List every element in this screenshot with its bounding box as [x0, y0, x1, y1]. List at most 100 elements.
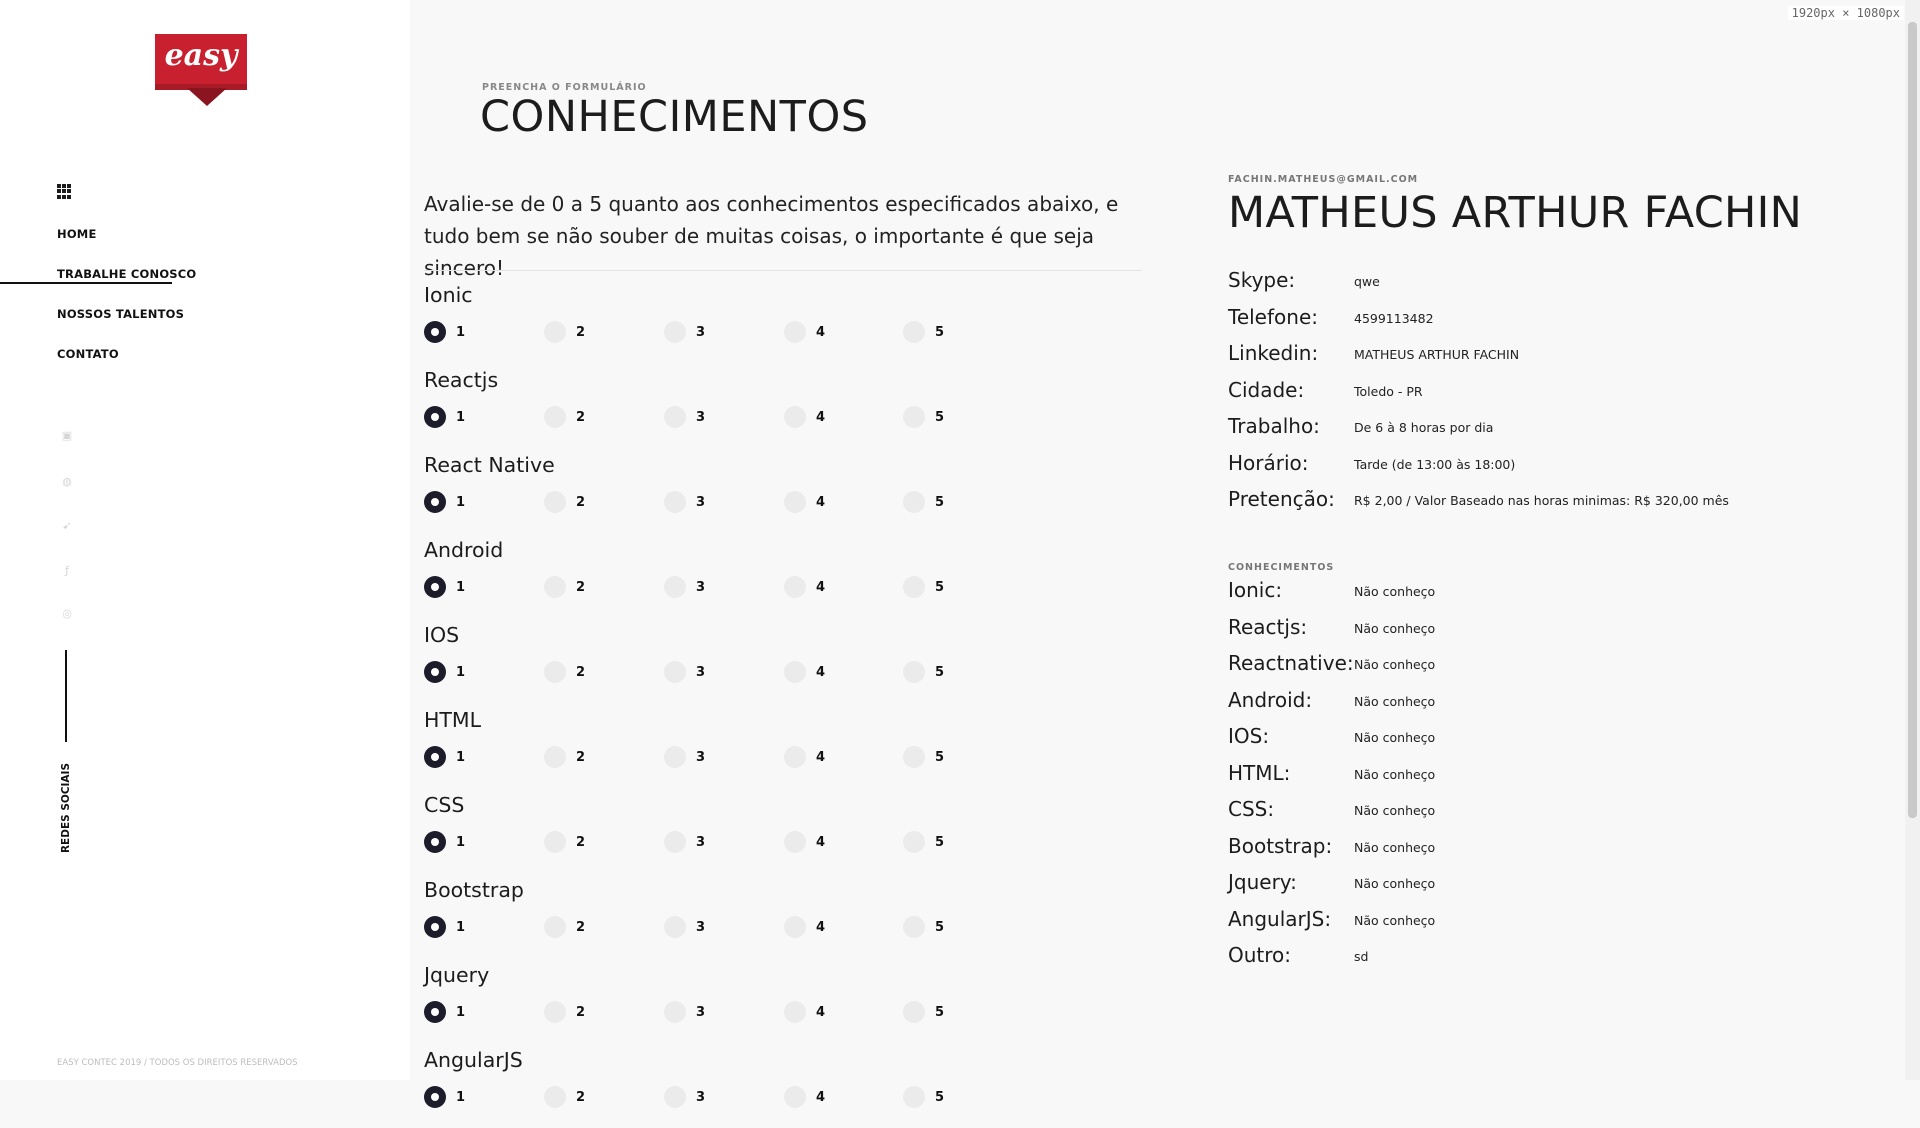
rating-radio[interactable]: [903, 321, 925, 343]
rating-option[interactable]: 3: [664, 661, 754, 683]
rating-radio[interactable]: [664, 831, 686, 853]
rating-radio[interactable]: [784, 831, 806, 853]
rating-option[interactable]: 1: [424, 576, 514, 598]
rating-radio[interactable]: [784, 491, 806, 513]
rating-option[interactable]: 4: [784, 1086, 874, 1108]
rating-radio[interactable]: [664, 661, 686, 683]
rating-radio[interactable]: [664, 746, 686, 768]
scrollbar[interactable]: [1905, 0, 1920, 1080]
nav-contato[interactable]: CONTATO: [57, 347, 119, 361]
rating-option[interactable]: 5: [903, 576, 993, 598]
rating-option[interactable]: 2: [544, 916, 634, 938]
rating-radio[interactable]: [903, 576, 925, 598]
rating-option[interactable]: 1: [424, 1001, 514, 1023]
rating-option[interactable]: 4: [784, 661, 874, 683]
rating-radio[interactable]: [903, 916, 925, 938]
rating-radio[interactable]: [544, 491, 566, 513]
rating-radio[interactable]: [903, 1086, 925, 1108]
rating-option[interactable]: 2: [544, 831, 634, 853]
rating-radio[interactable]: [544, 406, 566, 428]
instagram-icon[interactable]: ▣: [61, 430, 73, 442]
rating-radio[interactable]: [784, 916, 806, 938]
rating-option[interactable]: 1: [424, 1086, 514, 1108]
rating-option[interactable]: 2: [544, 746, 634, 768]
rating-option[interactable]: 4: [784, 1001, 874, 1023]
rating-option[interactable]: 5: [903, 1001, 993, 1023]
rating-option[interactable]: 3: [664, 1086, 754, 1108]
rating-option[interactable]: 4: [784, 831, 874, 853]
rating-option[interactable]: 3: [664, 831, 754, 853]
rating-radio[interactable]: [424, 916, 446, 938]
rating-radio[interactable]: [664, 491, 686, 513]
rating-radio[interactable]: [903, 831, 925, 853]
rating-option[interactable]: 1: [424, 746, 514, 768]
rating-option[interactable]: 5: [903, 916, 993, 938]
facebook-icon[interactable]: ƒ: [61, 565, 73, 577]
rating-radio[interactable]: [424, 831, 446, 853]
rating-option[interactable]: 1: [424, 831, 514, 853]
rating-option[interactable]: 5: [903, 321, 993, 343]
rating-radio[interactable]: [903, 491, 925, 513]
rating-option[interactable]: 2: [544, 321, 634, 343]
rating-option[interactable]: 3: [664, 321, 754, 343]
nav-nossos-talentos[interactable]: NOSSOS TALENTOS: [57, 307, 184, 321]
rating-option[interactable]: 2: [544, 1086, 634, 1108]
rating-radio[interactable]: [544, 661, 566, 683]
rating-radio[interactable]: [424, 491, 446, 513]
rating-option[interactable]: 3: [664, 1001, 754, 1023]
rating-option[interactable]: 4: [784, 321, 874, 343]
rating-radio[interactable]: [424, 1086, 446, 1108]
rating-option[interactable]: 1: [424, 491, 514, 513]
rating-radio[interactable]: [664, 1001, 686, 1023]
rating-option[interactable]: 5: [903, 1086, 993, 1108]
dribbble-icon[interactable]: ◍: [61, 476, 73, 488]
globe-icon[interactable]: ◎: [61, 608, 73, 620]
rating-option[interactable]: 4: [784, 491, 874, 513]
rating-radio[interactable]: [784, 746, 806, 768]
rating-radio[interactable]: [544, 916, 566, 938]
rating-radio[interactable]: [664, 1086, 686, 1108]
rating-radio[interactable]: [784, 1086, 806, 1108]
rating-radio[interactable]: [903, 746, 925, 768]
rating-radio[interactable]: [544, 1086, 566, 1108]
rating-option[interactable]: 2: [544, 576, 634, 598]
rating-option[interactable]: 5: [903, 746, 993, 768]
rating-radio[interactable]: [544, 746, 566, 768]
rating-option[interactable]: 1: [424, 661, 514, 683]
rating-option[interactable]: 2: [544, 406, 634, 428]
rating-option[interactable]: 4: [784, 576, 874, 598]
rating-radio[interactable]: [784, 1001, 806, 1023]
rating-radio[interactable]: [784, 661, 806, 683]
rating-option[interactable]: 2: [544, 1001, 634, 1023]
rating-radio[interactable]: [903, 1001, 925, 1023]
rating-radio[interactable]: [903, 661, 925, 683]
nav-trabalhe-conosco[interactable]: TRABALHE CONOSCO: [57, 267, 196, 281]
rating-option[interactable]: 2: [544, 661, 634, 683]
rating-radio[interactable]: [784, 321, 806, 343]
rating-radio[interactable]: [664, 406, 686, 428]
rating-radio[interactable]: [903, 406, 925, 428]
scrollbar-thumb[interactable]: [1908, 22, 1917, 818]
rating-radio[interactable]: [544, 576, 566, 598]
rating-option[interactable]: 3: [664, 576, 754, 598]
rating-radio[interactable]: [424, 321, 446, 343]
rating-radio[interactable]: [424, 661, 446, 683]
rating-option[interactable]: 4: [784, 916, 874, 938]
rating-option[interactable]: 4: [784, 406, 874, 428]
rating-radio[interactable]: [664, 576, 686, 598]
rating-option[interactable]: 3: [664, 916, 754, 938]
rating-option[interactable]: 1: [424, 916, 514, 938]
rating-option[interactable]: 5: [903, 406, 993, 428]
rating-radio[interactable]: [544, 1001, 566, 1023]
rating-option[interactable]: 5: [903, 661, 993, 683]
rating-option[interactable]: 3: [664, 491, 754, 513]
rating-radio[interactable]: [424, 1001, 446, 1023]
rating-option[interactable]: 1: [424, 321, 514, 343]
rating-option[interactable]: 5: [903, 831, 993, 853]
rating-option[interactable]: 1: [424, 406, 514, 428]
easy-logo[interactable]: easy: [155, 32, 251, 110]
rating-option[interactable]: 5: [903, 491, 993, 513]
grid-menu-icon[interactable]: [57, 184, 72, 199]
rating-radio[interactable]: [664, 321, 686, 343]
rating-option[interactable]: 3: [664, 406, 754, 428]
